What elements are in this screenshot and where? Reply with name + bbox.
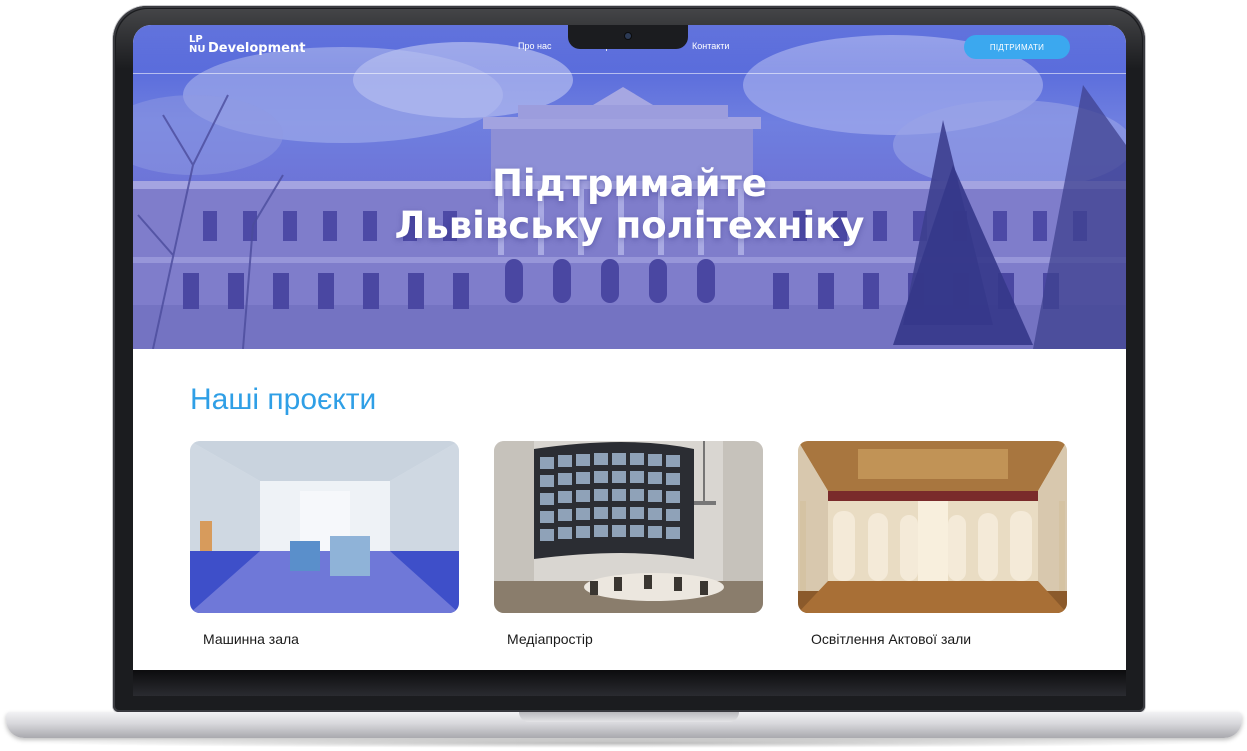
hero-title: Підтримайте Львівську політехніку (133, 163, 1126, 247)
project-label-assembly-hall-lighting[interactable]: Освітлення Актової зали (811, 631, 971, 647)
assembly-hall-image (798, 441, 1067, 613)
laptop-bottom-bezel (133, 670, 1126, 696)
hero-title-line1: Підтримайте (491, 162, 768, 205)
nav-link-contacts[interactable]: Контакти (692, 41, 729, 51)
support-button[interactable]: ПІДТРИМАТИ (964, 35, 1070, 59)
project-label-media-space[interactable]: Медіапростір (507, 631, 593, 647)
site-logo[interactable]: LP NU Development (189, 33, 305, 56)
camera-icon (625, 33, 631, 39)
nav-divider (133, 73, 1126, 74)
logo-text: Development (208, 41, 306, 56)
project-card-machine-hall[interactable] (190, 441, 459, 613)
project-card-media-space[interactable] (494, 441, 763, 613)
laptop-base-notch (519, 712, 739, 722)
nav-link-about[interactable]: Про нас (518, 41, 551, 51)
hero-banner: LP NU Development Про нас Проєкти Контак… (133, 25, 1126, 349)
laptop-shadow (30, 738, 1218, 748)
projects-heading: Наші проєкти (190, 383, 377, 416)
project-card-assembly-hall-lighting[interactable] (798, 441, 1067, 613)
hero-title-line2: Львівську політехніку (394, 204, 865, 247)
logo-mark: LP NU (189, 33, 206, 55)
project-label-machine-hall[interactable]: Машинна зала (203, 631, 299, 647)
machine-hall-image (190, 441, 459, 613)
media-space-image (494, 441, 763, 613)
laptop-screen: LP NU Development Про нас Проєкти Контак… (133, 25, 1126, 670)
